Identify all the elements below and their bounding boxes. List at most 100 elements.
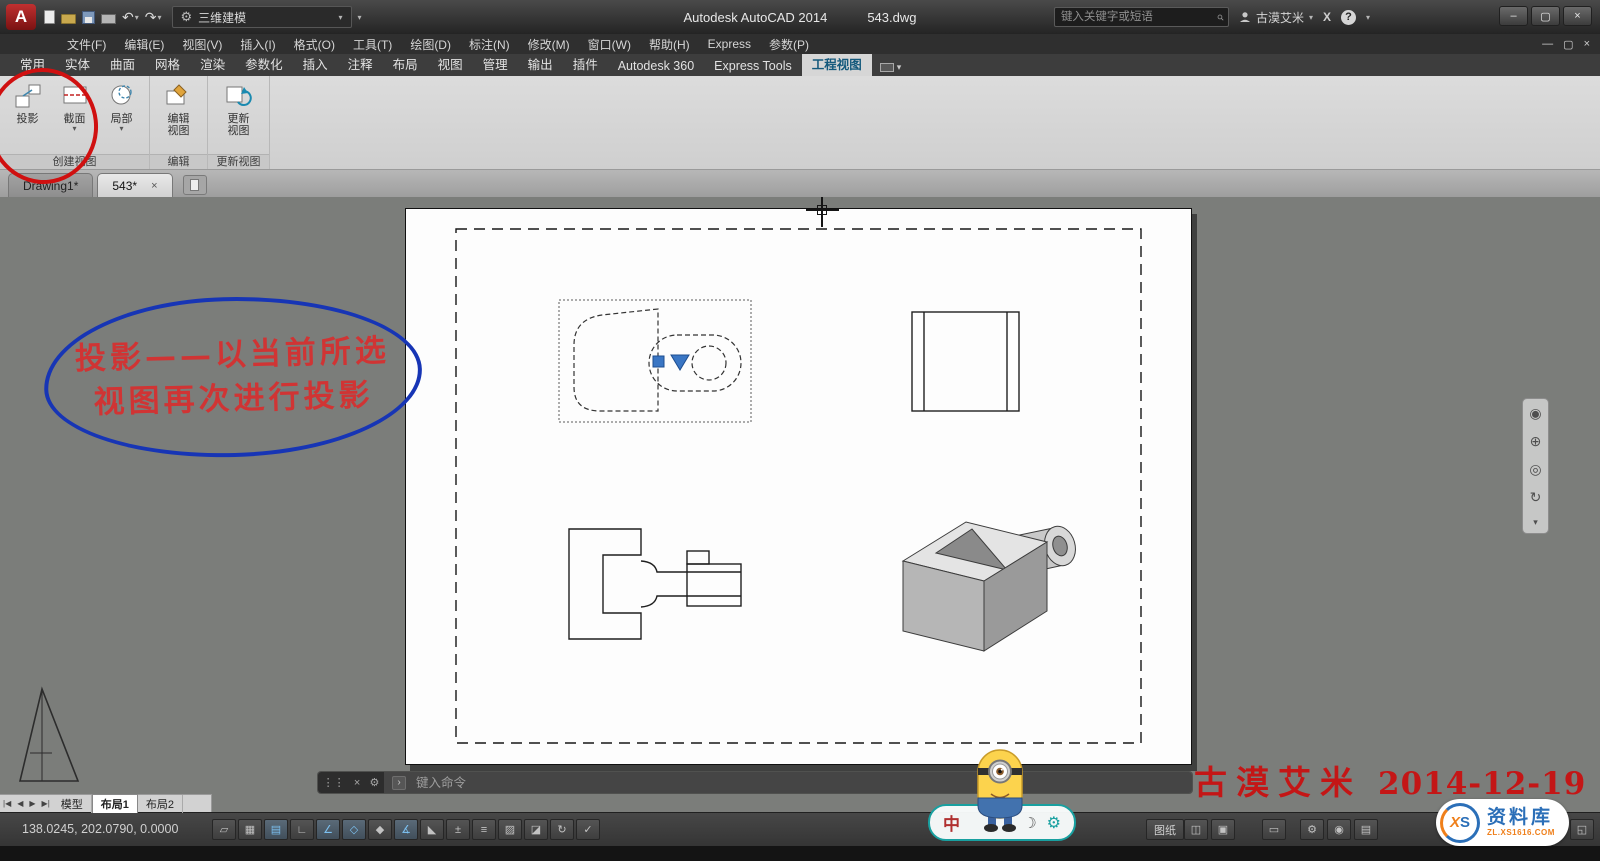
menu-draw[interactable]: 绘图(D) <box>401 34 460 55</box>
annotation-scale-icon[interactable]: ▭ <box>1262 819 1286 840</box>
doc-minimize-icon[interactable]: — <box>1542 38 1553 50</box>
edit-view-button[interactable]: 编辑视图 <box>157 81 201 137</box>
open-file-icon[interactable] <box>61 14 76 24</box>
tray-settings-icon[interactable]: ⚙ <box>1300 819 1324 840</box>
tab-render[interactable]: 渲染 <box>190 51 235 76</box>
sign-in-menu[interactable]: 古漠艾米 ▾ <box>1239 9 1313 26</box>
menu-window[interactable]: 窗口(W) <box>579 34 640 55</box>
last-layout-icon[interactable]: ▶| <box>39 799 53 808</box>
steering-wheel-icon[interactable]: ◉ <box>1529 405 1541 422</box>
autocad-logo-icon[interactable]: A <box>6 4 36 30</box>
first-layout-icon[interactable]: |◀ <box>0 799 14 808</box>
minimize-button[interactable]: – <box>1499 6 1528 26</box>
ime-language-indicator[interactable]: 中 <box>943 810 960 835</box>
quick-view-layouts-icon[interactable]: ▣ <box>1211 819 1235 840</box>
osnap-3d-toggle[interactable]: ◆ <box>368 819 392 840</box>
plot-icon[interactable] <box>101 14 116 24</box>
menu-modify[interactable]: 修改(M) <box>519 34 579 55</box>
redo-button[interactable]: ↷▾ <box>145 9 162 26</box>
command-input[interactable] <box>414 775 1184 791</box>
redo-caret-icon[interactable]: ▾ <box>157 13 161 22</box>
update-view-button[interactable]: 更新视图 <box>217 81 261 137</box>
menu-format[interactable]: 格式(O) <box>285 34 344 55</box>
tab-output[interactable]: 输出 <box>518 51 563 76</box>
help-caret-icon[interactable]: ▾ <box>1366 13 1370 22</box>
detail-button[interactable]: 局部 ▾ <box>100 81 144 133</box>
doc-close-icon[interactable]: × <box>1584 38 1590 50</box>
tab-insert[interactable]: 插入 <box>293 51 338 76</box>
osnap-toggle[interactable]: ◇ <box>342 819 366 840</box>
paper-model-button[interactable]: 图纸 <box>1146 819 1184 840</box>
drawing-canvas[interactable]: 投影——以当前所选 视图再次进行投影 ◉ ⊕ ◎ ↻ ▾ ⋮⋮ × ⚙ › <box>0 197 1600 812</box>
tab-layout[interactable]: 布局 <box>383 51 428 76</box>
quick-properties-toggle[interactable]: ◪ <box>524 819 548 840</box>
prev-layout-icon[interactable]: ◀ <box>14 799 26 808</box>
clean-screen-icon[interactable]: ◱ <box>1570 819 1594 840</box>
tab-layout2[interactable]: 布局2 <box>138 795 183 813</box>
ducs-toggle[interactable]: ◣ <box>420 819 444 840</box>
menu-insert[interactable]: 插入(I) <box>231 34 284 55</box>
file-tab-543[interactable]: 543* × <box>97 173 172 197</box>
search-input[interactable] <box>1059 10 1217 24</box>
menu-dimension[interactable]: 标注(N) <box>460 34 519 55</box>
tab-drawing-views[interactable]: 工程视图 <box>802 51 872 76</box>
menu-tools[interactable]: 工具(T) <box>344 34 401 55</box>
tab-mesh[interactable]: 网格 <box>145 51 190 76</box>
menu-edit[interactable]: 编辑(E) <box>115 34 173 55</box>
undo-button[interactable]: ↶▾ <box>122 9 139 26</box>
annotation-monitor-toggle[interactable]: ✓ <box>576 819 600 840</box>
model-space-icon[interactable]: ◫ <box>1184 819 1208 840</box>
qat-more-caret-icon[interactable]: ▾ <box>358 13 362 22</box>
view-front[interactable] <box>569 529 741 639</box>
close-tab-icon[interactable]: × <box>151 180 157 192</box>
ime-settings-icon[interactable]: ⚙ <box>1047 813 1061 833</box>
menu-file[interactable]: 文件(F) <box>58 34 115 55</box>
chevron-down-icon[interactable]: ▾ <box>119 125 123 133</box>
transparency-toggle[interactable]: ▨ <box>498 819 522 840</box>
command-line[interactable]: ⋮⋮ × ⚙ › <box>318 772 1192 793</box>
menu-help[interactable]: 帮助(H) <box>640 34 699 55</box>
exchange-apps-icon[interactable]: X <box>1323 10 1331 24</box>
dynamic-input-toggle[interactable]: ± <box>446 819 470 840</box>
search-icon[interactable] <box>1217 11 1224 24</box>
tab-layout1[interactable]: 布局1 <box>92 794 138 813</box>
orbit-icon[interactable]: ↻ <box>1530 489 1542 506</box>
close-button[interactable]: × <box>1563 6 1592 26</box>
grip-square[interactable] <box>653 356 664 367</box>
new-file-icon[interactable] <box>44 10 55 24</box>
recent-commands-icon[interactable]: › <box>392 776 406 790</box>
maximize-button[interactable]: ▢ <box>1531 6 1560 26</box>
snap-toggle[interactable]: ▦ <box>238 819 262 840</box>
tab-manage[interactable]: 管理 <box>473 51 518 76</box>
tab-express-tools[interactable]: Express Tools <box>704 56 802 76</box>
customize-icon[interactable]: ⚙ <box>369 776 379 789</box>
save-icon[interactable] <box>82 11 95 24</box>
close-icon[interactable]: × <box>354 777 360 789</box>
tab-autodesk360[interactable]: Autodesk 360 <box>608 56 704 76</box>
command-input-area[interactable]: › <box>384 772 1192 793</box>
help-icon[interactable]: ? <box>1341 10 1356 25</box>
lineweight-toggle[interactable]: ≡ <box>472 819 496 840</box>
grip-triangle[interactable] <box>671 355 689 370</box>
tab-parametric[interactable]: 参数化 <box>235 51 293 76</box>
ribbon-minimize-button[interactable]: ▾ <box>880 62 902 73</box>
zoom-icon[interactable]: ◎ <box>1529 461 1541 478</box>
tab-surface[interactable]: 曲面 <box>100 51 145 76</box>
drag-handle-icon[interactable]: ⋮⋮ <box>323 776 345 789</box>
menu-view[interactable]: 视图(V) <box>173 34 231 55</box>
view-isometric[interactable] <box>903 522 1080 651</box>
otrack-toggle[interactable]: ∡ <box>394 819 418 840</box>
undo-caret-icon[interactable]: ▾ <box>135 13 139 22</box>
selection-cycling-toggle[interactable]: ↻ <box>550 819 574 840</box>
next-layout-icon[interactable]: ▶ <box>26 799 38 808</box>
infocenter-search[interactable] <box>1054 7 1229 27</box>
tab-model[interactable]: 模型 <box>53 795 92 813</box>
view-side[interactable] <box>912 312 1019 411</box>
polar-toggle[interactable]: ∠ <box>316 819 340 840</box>
new-drawing-tab-button[interactable] <box>183 175 207 195</box>
tab-plugins[interactable]: 插件 <box>563 51 608 76</box>
tab-annotate[interactable]: 注释 <box>338 51 383 76</box>
view-top-selected[interactable] <box>559 300 751 422</box>
tray-lock-icon[interactable]: ▤ <box>1354 819 1378 840</box>
navbar-more-icon[interactable]: ▾ <box>1533 517 1538 528</box>
